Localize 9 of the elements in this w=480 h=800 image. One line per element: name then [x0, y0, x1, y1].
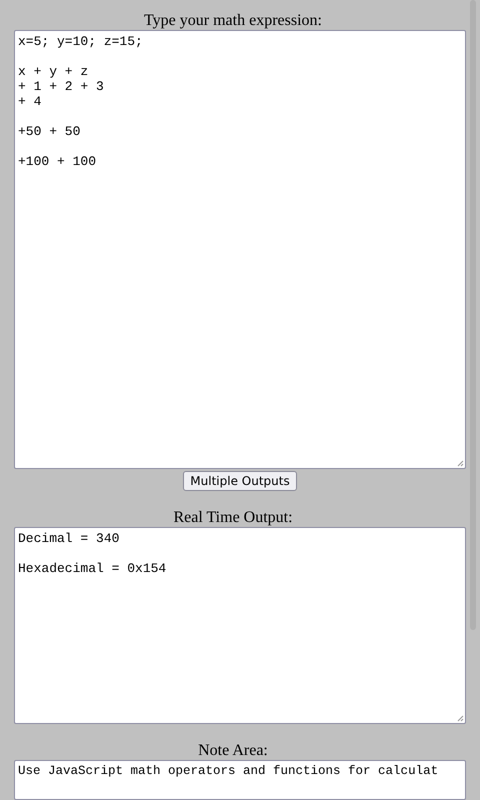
output-label: Real Time Output: [173, 509, 293, 528]
output-field[interactable]: Decimal = 340 Hexadecimal = 0x154 [14, 527, 466, 724]
note-label: Note Area: [198, 742, 268, 760]
note-field[interactable]: Use JavaScript math operators and functions for calculat [14, 760, 466, 800]
resize-grip-icon[interactable] [457, 460, 464, 468]
multiple-outputs-button[interactable]: Multiple Outputs [183, 471, 297, 492]
expression-input[interactable]: x=5; y=10; z=15; x + y + z + 1 + 2 + 3 + 4 +50 + 50 +100 + 100 [14, 30, 466, 470]
expression-label: Type your math expression: [144, 12, 322, 30]
resize-grip-icon[interactable] [457, 715, 464, 722]
